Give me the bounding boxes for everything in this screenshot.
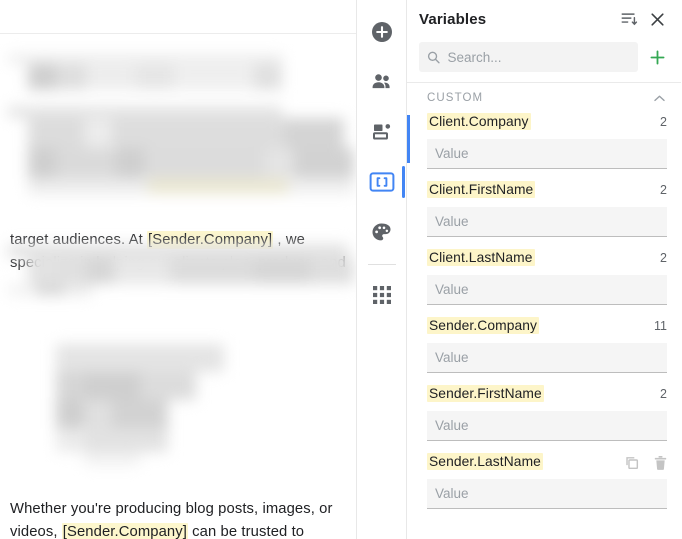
- search-input[interactable]: [447, 49, 630, 65]
- document-toolbar: [0, 0, 356, 34]
- variable-item[interactable]: Client.LastName 2: [407, 249, 681, 305]
- variable-header-row: Client.Company 2: [427, 113, 667, 135]
- variable-usage-count: 2: [660, 251, 667, 265]
- section-header-custom[interactable]: CUSTOM: [407, 83, 681, 113]
- variable-item[interactable]: Sender.LastName: [407, 453, 681, 509]
- delete-button[interactable]: [651, 454, 669, 472]
- variable-value-input[interactable]: [435, 214, 659, 229]
- add-icon: [371, 22, 392, 42]
- sort-descending-icon: [621, 13, 638, 26]
- chevron-up-icon: [654, 95, 665, 101]
- variable-value-field[interactable]: [427, 411, 667, 441]
- variable-item[interactable]: Client.Company 2: [407, 113, 681, 169]
- panel-title: Variables: [419, 10, 487, 28]
- inline-variable-chip[interactable]: [Sender.Company]: [61, 523, 188, 539]
- document-canvas[interactable]: target audiences. At [Sender.Company] , …: [0, 34, 356, 539]
- variable-value-field[interactable]: [427, 139, 667, 169]
- variable-usage-count: 2: [660, 387, 667, 401]
- sidebar-icon-rail: [356, 0, 407, 539]
- variable-usage-count: 2: [660, 115, 667, 129]
- variable-header-row: Sender.Company 11: [427, 317, 667, 339]
- redacted-text-block-1: [8, 54, 290, 90]
- add-variable-button[interactable]: [643, 43, 671, 71]
- redacted-text-block-2: [8, 106, 356, 196]
- rail-item-theme[interactable]: [360, 210, 404, 254]
- variable-value-input[interactable]: [435, 486, 659, 501]
- search-icon: [427, 51, 440, 63]
- variables-icon: [369, 172, 394, 192]
- sort-button[interactable]: [615, 5, 643, 33]
- variable-value-field[interactable]: [427, 275, 667, 305]
- rail-item-people[interactable]: [360, 60, 404, 104]
- variable-value-field[interactable]: [427, 479, 667, 509]
- variable-item[interactable]: Sender.Company 11: [407, 317, 681, 373]
- plus-icon: [650, 50, 664, 64]
- variable-value-input[interactable]: [435, 146, 659, 161]
- variable-value-input[interactable]: [435, 350, 659, 365]
- rail-item-apps[interactable]: [360, 273, 404, 317]
- trash-icon: [654, 455, 666, 470]
- rail-item-variables[interactable]: [360, 160, 405, 204]
- variable-header-row: Client.LastName 2: [427, 249, 667, 271]
- variable-value-input[interactable]: [435, 418, 659, 433]
- variable-item[interactable]: Client.FirstName 2: [407, 181, 681, 237]
- duplicate-button[interactable]: [623, 454, 641, 472]
- variable-name[interactable]: Client.LastName: [427, 249, 535, 266]
- close-icon: [650, 12, 664, 26]
- variable-name[interactable]: Client.FirstName: [427, 181, 536, 198]
- variable-value-field[interactable]: [427, 207, 667, 237]
- document-editor[interactable]: target audiences. At [Sender.Company] , …: [0, 0, 356, 539]
- rail-divider: [367, 264, 396, 265]
- redacted-text-block-4: [28, 344, 224, 466]
- variable-name[interactable]: Client.Company: [427, 113, 531, 130]
- variable-name[interactable]: Sender.FirstName: [427, 385, 544, 402]
- apps-grid-icon: [372, 286, 391, 304]
- variables-list: Client.Company 2 Client.FirstName 2: [407, 113, 681, 509]
- selected-accent-bar: [407, 115, 410, 163]
- variable-item[interactable]: Sender.FirstName 2: [407, 385, 681, 441]
- layout-icon: [372, 124, 390, 140]
- variable-value-field[interactable]: [427, 343, 667, 373]
- rail-item-add[interactable]: [360, 10, 404, 54]
- app-root: target audiences. At [Sender.Company] , …: [0, 0, 682, 539]
- variable-usage-count: 11: [654, 319, 667, 333]
- search-row: [407, 40, 681, 74]
- variable-usage-count: 2: [660, 183, 667, 197]
- rail-item-layout[interactable]: [360, 110, 404, 154]
- variable-name[interactable]: Sender.LastName: [427, 453, 543, 470]
- panel-header: Variables: [407, 0, 681, 38]
- variable-header-row: Sender.FirstName 2: [427, 385, 667, 407]
- section-label: CUSTOM: [427, 92, 484, 104]
- copy-icon: [626, 457, 639, 470]
- variable-value-input[interactable]: [435, 282, 659, 297]
- variable-name[interactable]: Sender.Company: [427, 317, 540, 334]
- variable-header-row: Client.FirstName 2: [427, 181, 667, 203]
- people-icon: [372, 74, 390, 89]
- variables-panel: Variables Search... CUSTOM Client.Compan…: [407, 0, 681, 539]
- search-box[interactable]: [419, 42, 638, 72]
- redacted-text-block-3: [8, 244, 356, 296]
- rail-active-indicator: [401, 166, 405, 198]
- close-button[interactable]: [643, 5, 671, 33]
- document-paragraph-2: Whether you're producing blog posts, ima…: [10, 498, 356, 539]
- palette-icon: [372, 222, 391, 240]
- variable-row-actions: [623, 454, 669, 472]
